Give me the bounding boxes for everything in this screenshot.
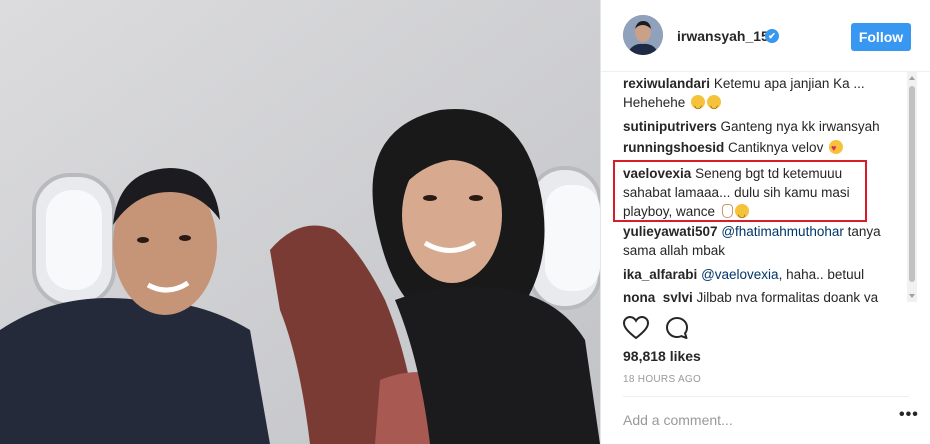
scrollbar-thumb[interactable] bbox=[909, 86, 915, 282]
post-panel: irwansyah_15 ✔ Follow rexiwulandari Kete… bbox=[600, 0, 930, 444]
comment-item: ika_alfarabi @vaelovexia, haha.. betuul bbox=[623, 265, 893, 284]
likes-count[interactable]: 98,818 likes bbox=[623, 348, 701, 364]
comment-username[interactable]: ika_alfarabi bbox=[623, 267, 697, 282]
comment-item: nona_sylvi Jilbab nya formalitas doank y… bbox=[623, 288, 893, 302]
follow-button[interactable]: Follow bbox=[851, 23, 911, 51]
comment-text: Ganteng nya kk irwansyah bbox=[720, 119, 880, 134]
comment-username[interactable]: rexiwulandari bbox=[623, 76, 710, 91]
post-actions bbox=[601, 306, 930, 346]
comment-text: Cantiknya velov bbox=[728, 140, 824, 155]
heart-icon[interactable] bbox=[623, 316, 649, 340]
comment-username[interactable]: yulieyawati507 bbox=[623, 224, 718, 239]
comments-list[interactable]: rexiwulandari Ketemu apa janjian Ka ... … bbox=[601, 72, 930, 302]
photo-illustration bbox=[0, 0, 600, 444]
avatar[interactable] bbox=[623, 15, 663, 55]
divider bbox=[623, 396, 909, 397]
heart-eyes-emoji-icon bbox=[829, 139, 844, 158]
comment-username[interactable]: sutiniputrivers bbox=[623, 119, 717, 134]
post-timestamp[interactable]: 18 HOURS AGO bbox=[623, 374, 701, 385]
comment-text: , haha.. betuul bbox=[778, 267, 865, 282]
add-comment-input[interactable]: Add a comment... bbox=[623, 412, 733, 428]
comment-mention[interactable]: @fhatimahmuthohar bbox=[721, 224, 844, 239]
comment-icon[interactable] bbox=[665, 316, 689, 340]
comment-item: rexiwulandari Ketemu apa janjian Ka ... … bbox=[623, 74, 893, 115]
scroll-up-arrow-icon[interactable] bbox=[909, 76, 915, 80]
comment-username[interactable]: runningshoesid bbox=[623, 140, 724, 155]
comment-item: yulieyawati507 @fhatimahmuthohar tanya s… bbox=[623, 222, 893, 260]
comment-text: Jilbab nya formalitas doank ya bbox=[696, 290, 879, 302]
post-header: irwansyah_15 ✔ Follow bbox=[601, 0, 930, 72]
comments-scrollbar[interactable] bbox=[907, 72, 917, 302]
comment-item: runningshoesid Cantiknya velov bbox=[623, 138, 893, 158]
post-photo[interactable] bbox=[0, 0, 600, 444]
more-options-icon[interactable]: ••• bbox=[899, 406, 919, 424]
grin-emoji-icon bbox=[707, 95, 722, 115]
verified-badge-icon: ✔ bbox=[765, 29, 779, 43]
highlight-box bbox=[613, 160, 867, 222]
username[interactable]: irwansyah_15 bbox=[677, 28, 769, 44]
comment-username[interactable]: nona_sylvi bbox=[623, 290, 693, 302]
scroll-down-arrow-icon[interactable] bbox=[909, 294, 915, 298]
comment-item: sutiniputrivers Ganteng nya kk irwansyah bbox=[623, 117, 893, 136]
laughing-emoji-icon bbox=[691, 95, 706, 115]
comment-mention[interactable]: @vaelovexia bbox=[701, 267, 779, 282]
